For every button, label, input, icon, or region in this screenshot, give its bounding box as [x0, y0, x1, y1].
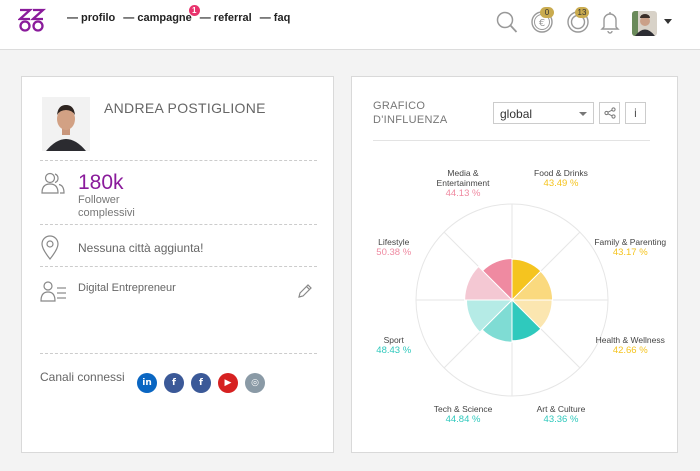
category-value: 43.49 % [543, 177, 579, 189]
influence-radar-chart [415, 203, 609, 397]
radar-category-label: Family & Parenting 43.17 % [590, 237, 670, 258]
facebook-page-icon[interactable]: f [191, 373, 211, 393]
category-name: Family & Parenting [594, 237, 667, 248]
linkedin-icon[interactable]: in [137, 373, 157, 393]
profession-icon [40, 281, 66, 302]
channels-label: Canali connessi [40, 370, 125, 384]
radar-category-label: Health & Wellness 42.66 % [590, 335, 670, 356]
radar-category-label: Tech & Science 44.84 % [423, 404, 503, 425]
category-name: Tech & Science [433, 404, 493, 415]
category-value: 50.38 % [376, 247, 412, 259]
facebook-icon[interactable]: f [164, 373, 184, 393]
notification-badge: 1 [188, 5, 200, 16]
category-value: 42.66 % [612, 344, 648, 356]
category-name: Food & Drinks [534, 167, 588, 178]
divider [40, 160, 317, 161]
points-badge: 13 [575, 7, 589, 18]
category-name: Sport [383, 334, 404, 345]
wallet-coin-icon[interactable]: € 0 [530, 7, 554, 34]
main-nav: — profilo — campagne 1 — referral — faq [67, 5, 291, 24]
youtube-icon[interactable]: ▶ [218, 373, 238, 393]
radar-category-label: Lifestyle 50.38 % [354, 237, 434, 258]
radar-category-label: Media & Entertainment 44.13 % [423, 168, 503, 199]
category-value: 48.43 % [376, 344, 412, 356]
followers-icon [41, 172, 65, 194]
influence-chart-card: GRAFICO D'INFLUENZA global i Food & Drin… [351, 76, 678, 453]
nav-referral[interactable]: — referral [200, 12, 252, 24]
divider [40, 266, 317, 267]
connected-channels: in f f ▶ ◎ [137, 373, 265, 393]
profile-card: ANDREA POSTIGLIONE 180k Follower comples… [21, 76, 334, 453]
category-value: 43.36 % [543, 414, 579, 426]
nav-profilo[interactable]: — profilo [67, 12, 115, 24]
points-icon[interactable]: 13 [566, 7, 590, 34]
zoo-logo[interactable] [18, 7, 46, 33]
coin-badge: 0 [540, 7, 554, 18]
category-name: Media & Entertainment [436, 167, 490, 188]
top-bar: — profilo — campagne 1 — referral — faq €… [0, 0, 700, 50]
svg-text:€: € [539, 18, 545, 29]
divider [40, 353, 317, 354]
search-icon[interactable] [496, 10, 518, 34]
category-value: 44.84 % [445, 414, 481, 426]
city-text: Nessuna città aggiunta! [78, 241, 204, 255]
radar-category-label: Art & Culture 43.36 % [521, 404, 601, 425]
followers-label: Follower complessivi [78, 194, 135, 219]
profile-photo [42, 97, 90, 151]
nav-campagne[interactable]: — campagne 1 [123, 5, 200, 24]
instagram-icon[interactable]: ◎ [245, 373, 265, 393]
nav-faq[interactable]: — faq [260, 12, 291, 24]
category-value: 43.17 % [612, 247, 648, 259]
category-name: Lifestyle [378, 237, 410, 248]
bell-icon[interactable] [600, 10, 620, 34]
chevron-down-icon[interactable] [664, 19, 672, 24]
category-name: Art & Culture [536, 404, 586, 415]
radar-category-label: Sport 48.43 % [354, 335, 434, 356]
location-pin-icon [41, 235, 59, 260]
category-name: Health & Wellness [595, 334, 665, 345]
profile-name: ANDREA POSTIGLIONE [104, 100, 266, 116]
category-value: 44.13 % [445, 187, 481, 199]
user-avatar[interactable] [632, 11, 657, 36]
profession-text: Digital Entrepreneur [78, 282, 176, 294]
edit-pencil-icon[interactable] [297, 283, 313, 299]
divider [40, 224, 317, 225]
followers-count: 180k [78, 171, 124, 194]
radar-category-label: Food & Drinks 43.49 % [521, 168, 601, 189]
